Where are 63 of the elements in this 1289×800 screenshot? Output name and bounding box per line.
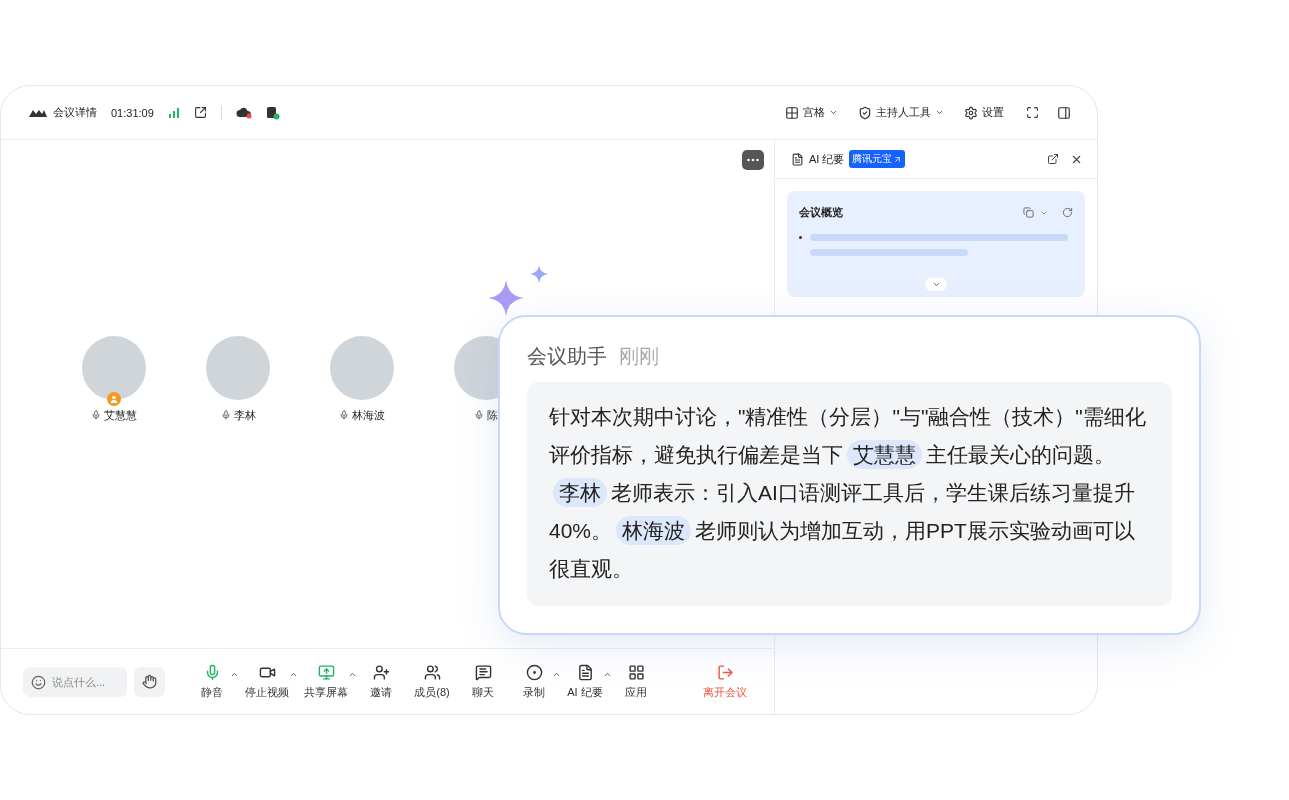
video-button[interactable]: 停止视频 xyxy=(242,663,292,700)
cloud-icon[interactable] xyxy=(235,106,252,119)
fullscreen-icon[interactable] xyxy=(1026,106,1039,119)
microphone-icon xyxy=(474,410,484,420)
record-icon xyxy=(525,663,543,681)
hand-icon xyxy=(142,674,157,689)
message-time: 刚刚 xyxy=(619,345,659,367)
settings-menu-button[interactable]: 设置 xyxy=(964,105,1004,120)
chat-bubble-icon xyxy=(474,663,492,681)
external-link-icon[interactable] xyxy=(193,106,207,119)
microphone-icon xyxy=(339,410,349,420)
grid-icon xyxy=(785,105,799,120)
microphone-icon xyxy=(220,410,231,420)
yuanbao-link[interactable]: 腾讯元宝 xyxy=(849,150,906,168)
members-button[interactable]: 成员(8) xyxy=(411,663,453,700)
chevron-down-icon xyxy=(931,280,941,289)
copy-icon[interactable] xyxy=(1023,207,1034,218)
share-button[interactable]: 共享屏幕 xyxy=(301,663,351,700)
participant-name: 李林 xyxy=(233,407,256,423)
smiley-icon xyxy=(31,674,46,690)
document-icon xyxy=(791,152,804,166)
refresh-icon[interactable] xyxy=(1062,207,1073,218)
panel-title: AI 纪要 xyxy=(809,151,845,167)
signal-icon xyxy=(167,107,180,118)
meeting-timer: 01:31:09 xyxy=(111,106,154,119)
caret-icon xyxy=(935,108,944,117)
exit-icon xyxy=(716,663,734,681)
monitor-icon xyxy=(317,663,335,681)
ai-button[interactable]: AI 纪要 xyxy=(564,663,606,700)
caret-icon xyxy=(829,108,838,117)
microphone-icon xyxy=(91,410,101,420)
chat-input-field[interactable]: 说点什么... xyxy=(23,666,127,697)
assistant-message: 针对本次期中讨论，"精准性（分层）"与"融合性（技术）"需细化评价指标，避免执行偏差是当下 艾慧慧 主任最关心的问题。 李林 老师表示：引入AI口语测评工具后，学生课后练习量提升40%。 林海波 老师则认为增加互动，用PPT展示实验动画可以很直观。 xyxy=(527,382,1172,606)
host-badge-icon xyxy=(107,391,121,406)
people-icon xyxy=(423,663,441,681)
record-button[interactable]: 录制 xyxy=(513,663,555,700)
meeting-details-link[interactable]: 会议详情 xyxy=(53,105,97,120)
settings-icon xyxy=(964,105,978,120)
raise-hand-button[interactable] xyxy=(134,666,165,697)
invite-button[interactable]: 邀请 xyxy=(360,663,402,700)
more-options-button[interactable] xyxy=(742,150,764,170)
participant-name: 林海波 xyxy=(352,407,385,423)
sparkle-icon xyxy=(488,280,524,316)
arrow-icon xyxy=(893,154,903,164)
card-title: 会议概览 xyxy=(799,205,844,220)
leave-button[interactable]: 离开会议 xyxy=(704,663,746,700)
add-person-icon xyxy=(372,663,390,681)
pop-out-icon[interactable] xyxy=(1047,153,1059,165)
document-icon[interactable] xyxy=(265,105,280,120)
apps-button[interactable]: 应用 xyxy=(615,663,657,700)
assistant-title: 会议助手 xyxy=(527,345,607,367)
grid-icon xyxy=(627,663,645,681)
bullet-icon xyxy=(799,236,802,239)
mic-button[interactable]: 静音 xyxy=(191,663,233,700)
chat-button[interactable]: 聊天 xyxy=(462,663,504,700)
participant-name: 陈 xyxy=(487,407,498,423)
sparkle-icon xyxy=(530,265,548,283)
grid-menu-button[interactable]: 宫格 xyxy=(785,105,838,120)
shield-icon xyxy=(858,105,872,120)
participant-name: 艾慧慧 xyxy=(104,407,137,423)
host-menu-button[interactable]: 主持人工具 xyxy=(858,105,944,120)
sidebar-toggle-icon[interactable] xyxy=(1057,105,1071,120)
document-icon xyxy=(576,663,594,681)
